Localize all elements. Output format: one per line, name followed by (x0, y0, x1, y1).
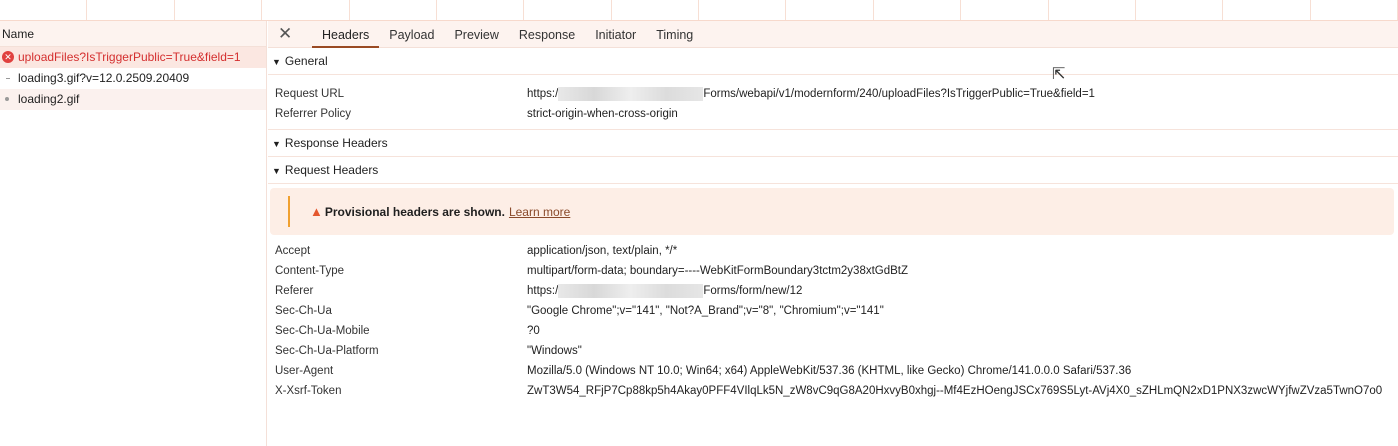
header-key: User-Agent (275, 365, 334, 377)
header-row: Sec-Ch-Ua-Mobile ?0 (268, 321, 1398, 341)
triangle-down-icon: ▼ (272, 166, 281, 176)
header-value: https:/Forms/webapi/v1/modernform/240/up… (527, 86, 1095, 101)
request-item[interactable]: ✕ uploadFiles?IsTriggerPublic=True&field=… (0, 47, 266, 68)
header-row: X-Xsrf-Token ZwT3W54_RFjP7Cp88kp5h4Akay0P… (268, 381, 1398, 401)
header-key: Sec-Ch-Ua-Platform (275, 345, 379, 357)
header-value: https:/Forms/form/new/12 (527, 283, 803, 298)
header-row: Referrer Policy strict-origin-when-cross-… (268, 104, 1398, 124)
header-row: Referer https:/Forms/form/new/12 (268, 281, 1398, 301)
tab-headers[interactable]: Headers (312, 21, 380, 48)
image-icon (5, 97, 9, 101)
request-name: loading3.gif?v=12.0.2509.20409 (18, 71, 190, 85)
triangle-down-icon: ▼ (272, 57, 281, 67)
header-key: Accept (275, 245, 311, 257)
header-value: ?0 (527, 325, 540, 337)
header-value: "Google Chrome";v="141", "Not?A_Brand";v… (527, 305, 884, 317)
request-name: loading2.gif (18, 92, 80, 106)
triangle-down-icon: ▼ (272, 139, 281, 149)
tab-initiator[interactable]: Initiator (585, 21, 646, 48)
close-icon[interactable]: ✕ (278, 24, 300, 44)
header-row: Content-Type multipart/form-data; boundar… (268, 261, 1398, 281)
network-timeline-overview[interactable] (0, 0, 1398, 21)
error-icon: ✕ (2, 51, 14, 63)
tab-preview[interactable]: Preview (444, 21, 508, 48)
redacted-region (558, 86, 704, 101)
response-headers-toggle[interactable]: ▼ Response Headers (268, 130, 1398, 157)
request-name: uploadFiles?IsTriggerPublic=True&field=1 (18, 50, 241, 64)
mouse-cursor-icon: ⇱ (1052, 66, 1066, 83)
header-key: Referrer Policy (275, 108, 352, 120)
redacted-region (558, 283, 704, 298)
header-row: Sec-Ch-Ua "Google Chrome";v="141", "Not?A… (268, 301, 1398, 321)
header-row: Sec-Ch-Ua-Platform "Windows" (268, 341, 1398, 361)
header-key: Content-Type (275, 265, 345, 277)
general-section-toggle[interactable]: ▼ General (268, 48, 1398, 75)
warning-text: Provisional headers are shown. (324, 205, 505, 219)
tab-timing[interactable]: Timing (646, 21, 703, 48)
header-value: strict-origin-when-cross-origin (527, 108, 678, 120)
request-details: ✕ Headers Payload Preview Response Initi… (268, 21, 1398, 446)
header-row: Request URL https:/Forms/webapi/v1/modern… (268, 84, 1398, 104)
section-title: Response Headers (284, 136, 388, 150)
detail-tabs: ✕ Headers Payload Preview Response Initi… (268, 21, 1398, 48)
tab-payload[interactable]: Payload (379, 21, 444, 48)
header-value: application/json, text/plain, */* (527, 245, 678, 257)
header-value: "Windows" (527, 345, 582, 357)
header-row: Accept application/json, text/plain, */* (268, 241, 1398, 261)
header-key: X-Xsrf-Token (275, 385, 342, 397)
header-value: Mozilla/5.0 (Windows NT 10.0; Win64; x64… (527, 365, 1132, 377)
name-column-header[interactable]: Name (0, 21, 266, 47)
header-key: Sec-Ch-Ua (275, 305, 332, 317)
header-row: User-Agent Mozilla/5.0 (Windows NT 10.0; … (268, 361, 1398, 381)
header-value: multipart/form-data; boundary=----WebKit… (527, 265, 909, 277)
request-item[interactable]: loading3.gif?v=12.0.2509.20409 (0, 68, 266, 89)
section-title: Request Headers (284, 163, 379, 177)
header-key: Request URL (275, 88, 345, 100)
header-key: Referer (275, 285, 314, 297)
file-icon (6, 78, 10, 79)
request-item[interactable]: loading2.gif (0, 89, 266, 110)
learn-more-link[interactable]: Learn more (509, 205, 570, 219)
header-key: Sec-Ch-Ua-Mobile (275, 325, 370, 337)
provisional-headers-warning: ▲ Provisional headers are shown. Learn mor… (270, 188, 1394, 235)
warning-icon: ▲ (310, 204, 323, 219)
request-list: Name ✕ uploadFiles?IsTriggerPublic=True&f… (0, 21, 267, 446)
tab-response[interactable]: Response (509, 21, 585, 48)
section-title: General (284, 54, 328, 68)
request-headers-toggle[interactable]: ▼ Request Headers (268, 157, 1398, 184)
header-value: ZwT3W54_RFjP7Cp88kp5h4Akay0PFF4VIlqLk5N_… (527, 385, 1383, 397)
